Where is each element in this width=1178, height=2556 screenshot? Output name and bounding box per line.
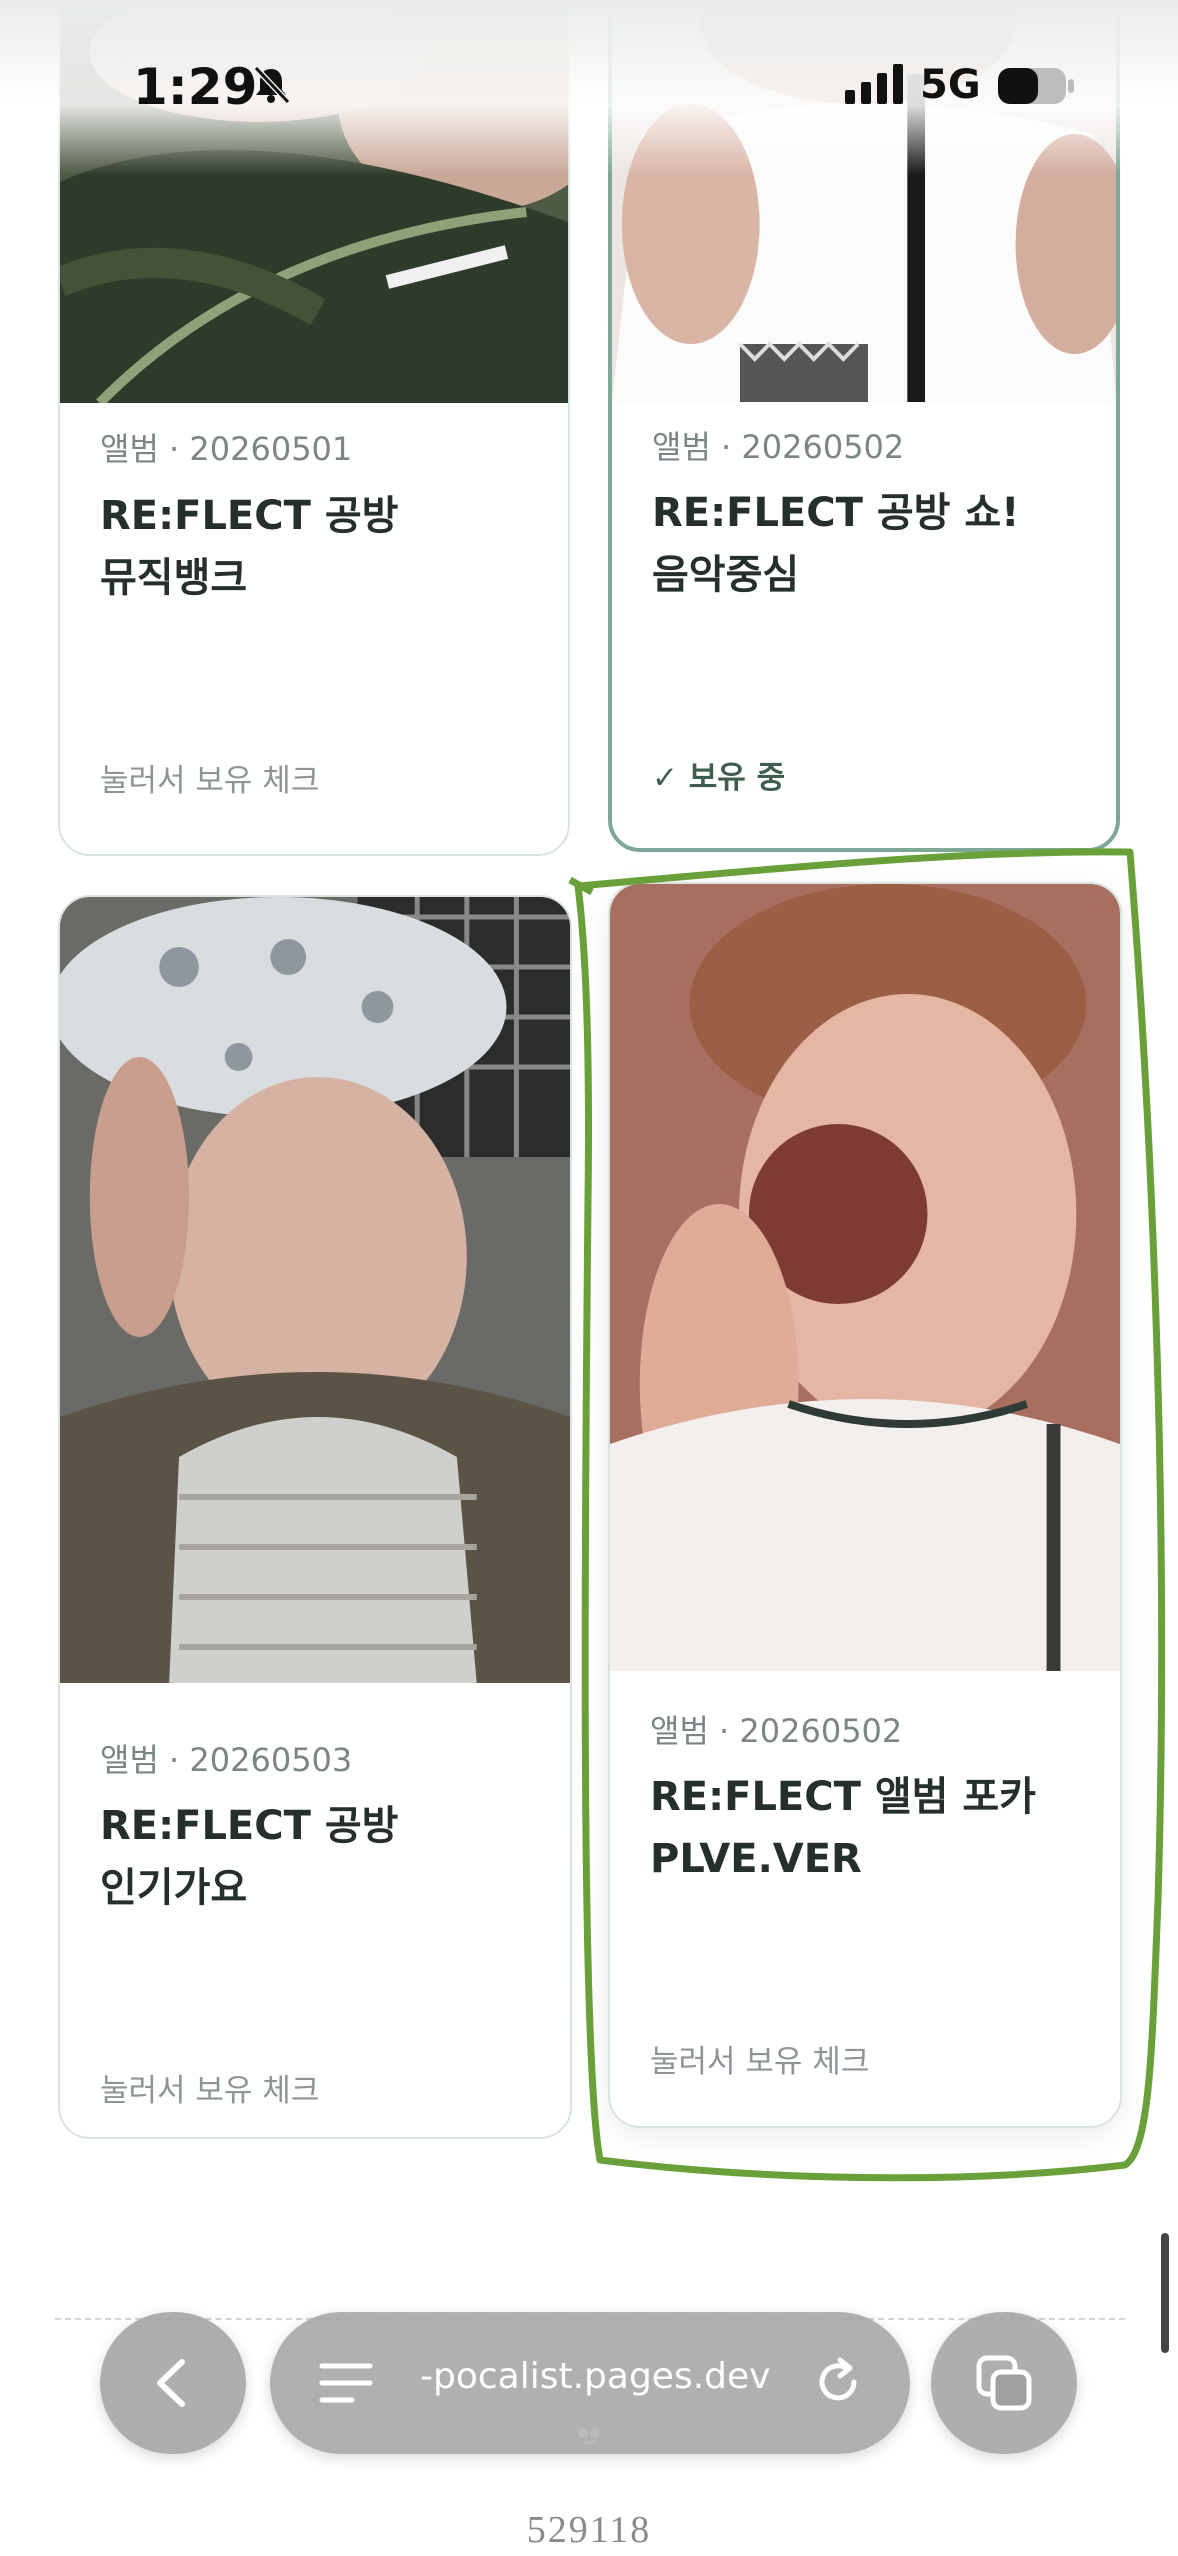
card-title-line: RE:FLECT 앨범 포카	[650, 1774, 1036, 1820]
status-time: 1:29	[133, 58, 258, 116]
network-type: 5G	[920, 62, 981, 108]
card-title-line: 인기가요	[100, 1865, 248, 1911]
signal-icon	[845, 64, 903, 104]
card-title: RE:FLECT 앨범 포카 PLVE.VER	[650, 1766, 1120, 1890]
back-button[interactable]	[100, 2312, 246, 2454]
footer-number: 529118	[526, 2509, 652, 2551]
card-title-line: RE:FLECT 공방	[100, 493, 399, 539]
reload-icon[interactable]	[810, 2354, 866, 2410]
card-title-line: RE:FLECT 공방 쇼!	[652, 490, 1020, 536]
card-title: RE:FLECT 공방 인기가요	[100, 1795, 570, 1919]
sheet-handle-icon	[578, 2428, 600, 2445]
url-text[interactable]: -pocalist.pages.dev	[420, 2356, 770, 2397]
status-bar: 1:29 5G	[0, 0, 1178, 175]
tabs-button[interactable]	[931, 2312, 1077, 2454]
card-title-line: 뮤직뱅크	[100, 555, 248, 601]
owned-status: ✓ 보유 중	[652, 760, 786, 796]
own-check-hint: 눌러서 보유 체크	[650, 2044, 870, 2080]
photocard-image	[60, 897, 570, 1683]
silent-bell-icon	[253, 65, 291, 105]
card-title: RE:FLECT 공방 뮤직뱅크	[100, 485, 568, 609]
chevron-left-icon	[157, 2359, 185, 2407]
card-title-line: 음악중심	[652, 552, 800, 598]
scroll-indicator[interactable]	[1161, 2233, 1169, 2353]
card-meta: 앨범 · 20260502	[650, 1712, 903, 1750]
own-check-hint: 눌러서 보유 체크	[100, 2073, 320, 2109]
photocard-image	[610, 884, 1120, 1671]
card-meta: 앨범 · 20260503	[100, 1741, 353, 1779]
card-title-line: PLVE.VER	[650, 1836, 862, 1882]
card-meta: 앨범 · 20260501	[100, 430, 353, 468]
menu-icon[interactable]	[318, 2360, 374, 2406]
battery-icon	[998, 68, 1074, 104]
card-meta: 앨범 · 20260502	[652, 428, 905, 466]
own-check-hint: 눌러서 보유 체크	[100, 763, 320, 799]
card-title-line: RE:FLECT 공방	[100, 1803, 399, 1849]
card-title: RE:FLECT 공방 쇼! 음악중심	[652, 482, 1116, 606]
photocard-item[interactable]: 앨범 · 20260503 RE:FLECT 공방 인기가요 눌러서 보유 체크	[58, 895, 572, 2139]
tabs-icon	[976, 2355, 1032, 2411]
photocard-item-highlighted[interactable]: 앨범 · 20260502 RE:FLECT 앨범 포카 PLVE.VER 눌러…	[608, 882, 1122, 2128]
